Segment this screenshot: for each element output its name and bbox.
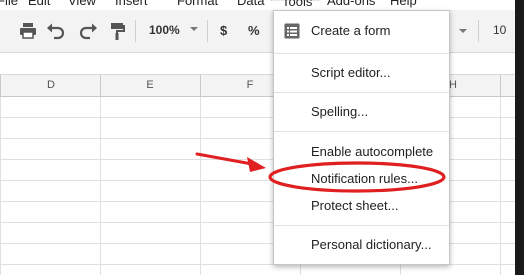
menu-item-label: Script editor...: [311, 65, 391, 80]
menu-separator: [274, 225, 449, 226]
toolbar-separator: [478, 20, 479, 42]
spreadsheet-window: File Edit View Insert Format Data Tools …: [0, 0, 515, 275]
menu-item-personal-dictionary[interactable]: Personal dictionary...: [274, 232, 449, 258]
percent-format-button[interactable]: %: [248, 23, 260, 38]
print-icon[interactable]: [18, 21, 38, 41]
menu-item-notification-rules[interactable]: Notification rules...: [274, 166, 449, 192]
chevron-down-icon[interactable]: [459, 29, 467, 33]
menu-item-label: Notification rules...: [311, 171, 418, 186]
chevron-down-icon: [190, 27, 198, 31]
menu-format[interactable]: Format: [177, 0, 218, 10]
paint-format-icon[interactable]: [108, 21, 128, 41]
toolbar-separator: [135, 20, 136, 42]
menu-data[interactable]: Data: [237, 0, 264, 10]
menu-item-script-editor[interactable]: Script editor...: [274, 60, 449, 86]
menu-bar: File Edit View Insert Format Data Tools …: [0, 0, 515, 10]
menu-item-label: Create a form: [311, 23, 391, 38]
menu-edit[interactable]: Edit: [28, 0, 50, 10]
menu-add-ons[interactable]: Add-ons: [327, 0, 375, 10]
menu-insert[interactable]: Insert: [115, 0, 148, 10]
zoom-value: 100%: [149, 23, 180, 37]
menu-view[interactable]: View: [68, 0, 96, 10]
menu-help[interactable]: Help: [390, 0, 417, 10]
menu-tools-active[interactable]: Tools: [271, 0, 319, 9]
menu-separator: [274, 53, 449, 54]
toolbar-separator: [207, 20, 208, 42]
menu-item-create-form[interactable]: Create a form: [274, 18, 449, 44]
menu-file[interactable]: File: [0, 0, 18, 10]
menu-item-label: Enable autocomplete: [311, 144, 434, 159]
menu-separator: [274, 131, 449, 132]
redo-icon[interactable]: [78, 21, 98, 41]
menu-item-protect-sheet[interactable]: Protect sheet...: [274, 193, 449, 219]
font-size-select[interactable]: 10: [493, 23, 506, 37]
menu-item-label: Protect sheet...: [311, 198, 399, 213]
menu-item-enable-autocomplete[interactable]: Enable autocomplete: [274, 139, 449, 165]
menu-item-label: Spelling...: [311, 104, 369, 119]
currency-format-button[interactable]: $: [220, 23, 227, 38]
menu-item-spelling[interactable]: Spelling...: [274, 99, 449, 125]
form-icon: [284, 23, 300, 39]
undo-icon[interactable]: [46, 21, 66, 41]
menu-item-label: Personal dictionary...: [311, 237, 432, 252]
menu-separator: [274, 92, 449, 93]
zoom-select[interactable]: 100%: [139, 21, 205, 41]
tools-dropdown-menu: Create a form Script editor... Spelling.…: [273, 10, 450, 265]
